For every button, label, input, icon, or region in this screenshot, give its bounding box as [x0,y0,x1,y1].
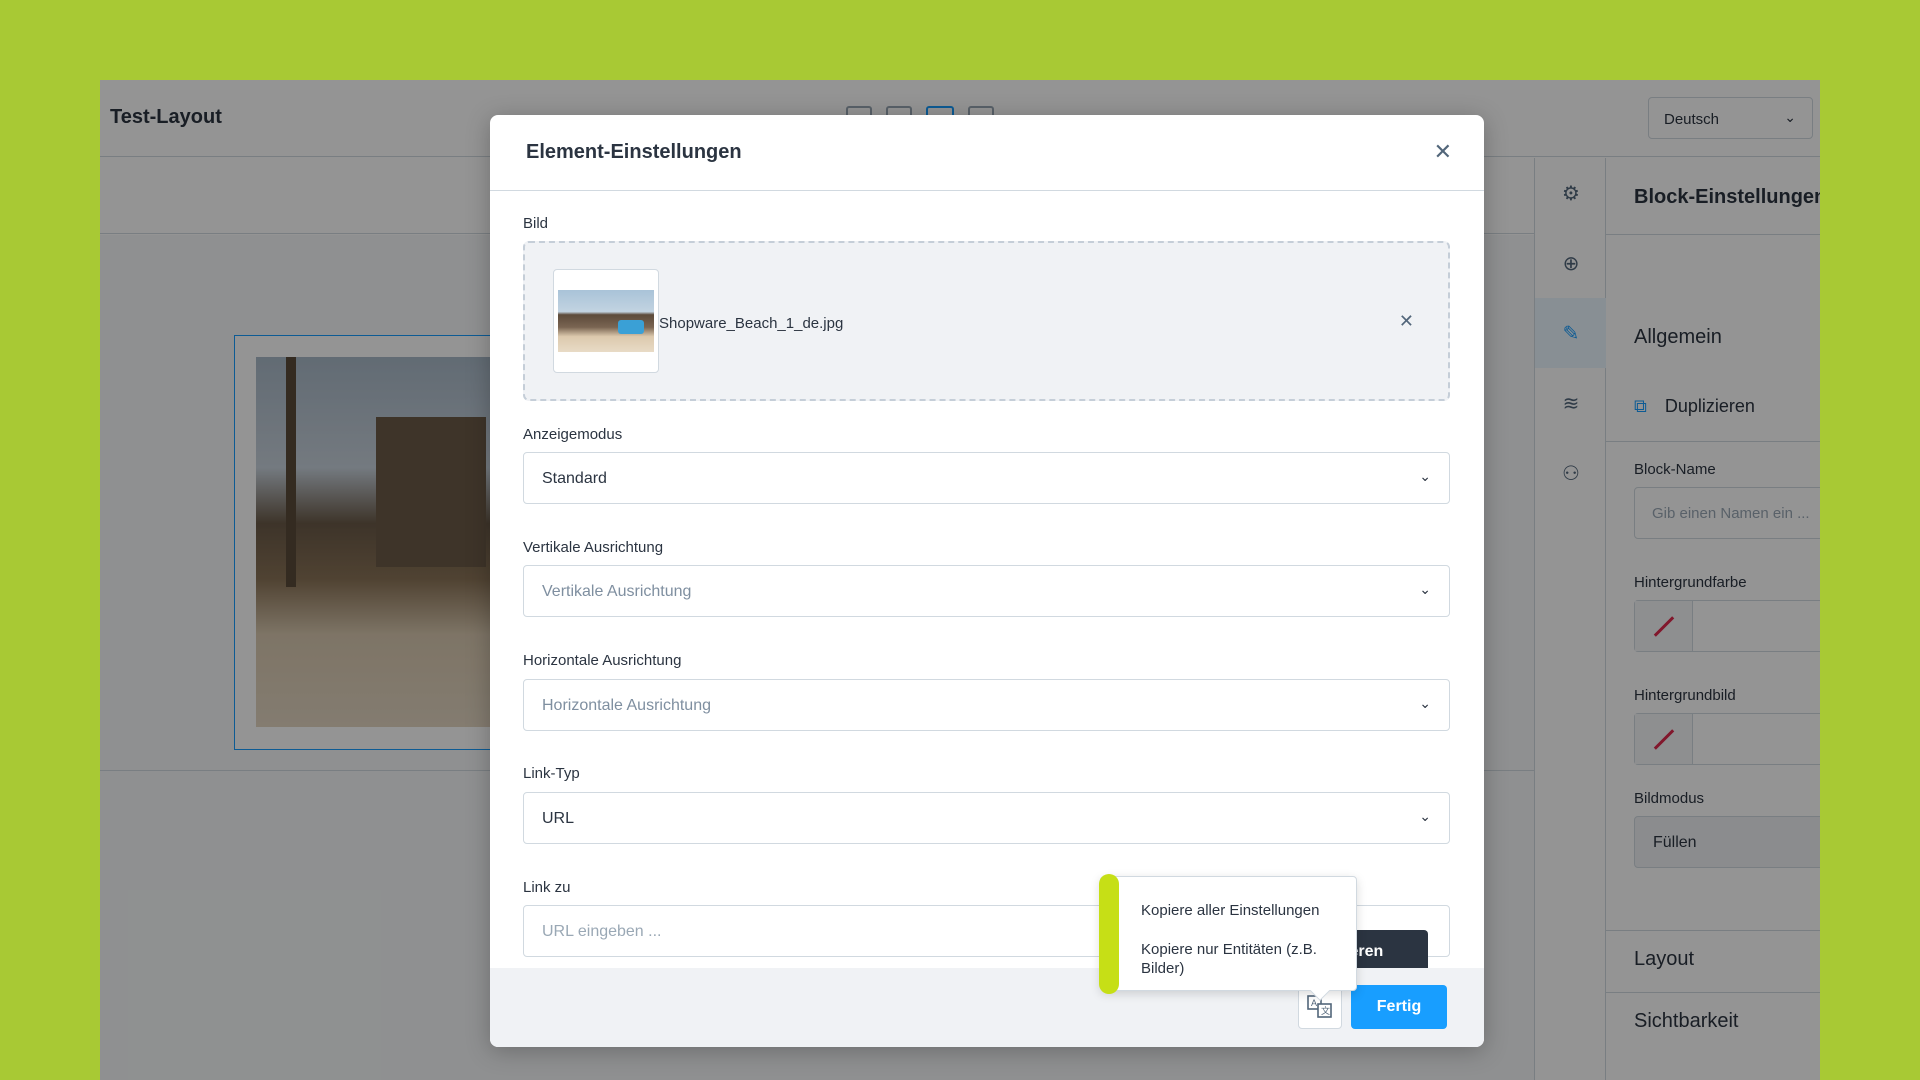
link-to-label: Link zu [523,879,571,896]
svg-text:文: 文 [1321,1005,1330,1016]
svg-text:A: A [1311,998,1317,1008]
chevron-down-icon: ⌄ [1419,581,1431,597]
vertical-align-select[interactable]: Vertikale Ausrichtung ⌄ [523,565,1450,617]
chevron-down-icon: ⌄ [1419,695,1431,711]
remove-image-icon[interactable]: ✕ [1399,311,1414,332]
link-type-value: URL [542,810,575,827]
file-name: Shopware_Beach_1_de.jpg [659,315,844,332]
done-button[interactable]: Fertig [1351,985,1447,1029]
link-type-select[interactable]: URL ⌄ [523,792,1450,844]
copy-all-settings-option[interactable]: Kopiere aller Einstellungen [1141,901,1346,920]
modal-title: Element-Einstellungen [526,141,742,163]
image-label: Bild [523,215,549,232]
vertical-align-placeholder: Vertikale Ausrichtung [542,583,692,600]
copy-entities-only-option[interactable]: Kopiere nur Entitäten (z.B. Bilder) [1141,940,1346,978]
highlight-accent [1099,874,1119,994]
display-mode-label: Anzeigemodus [523,426,623,443]
horizontal-align-label: Horizontale Ausrichtung [523,652,682,669]
chevron-down-icon: ⌄ [1419,808,1431,824]
display-mode-value: Standard [542,470,607,487]
chevron-down-icon: ⌄ [1419,468,1431,484]
image-upload-area[interactable]: Shopware_Beach_1_de.jpg ✕ [523,241,1450,401]
copy-options-popover: Kopiere aller Einstellungen Kopiere nur … [1099,874,1357,1001]
image-thumbnail [553,269,659,373]
link-type-label: Link-Typ [523,765,580,782]
modal-header: Element-Einstellungen ✕ [490,115,1484,191]
display-mode-select[interactable]: Standard ⌄ [523,452,1450,504]
close-icon[interactable]: ✕ [1434,141,1452,163]
vertical-align-label: Vertikale Ausrichtung [523,539,664,556]
beach-thumbnail-image [558,290,654,352]
horizontal-align-select[interactable]: Horizontale Ausrichtung ⌄ [523,679,1450,731]
link-to-input[interactable] [542,923,1042,941]
horizontal-align-placeholder: Horizontale Ausrichtung [542,697,711,714]
